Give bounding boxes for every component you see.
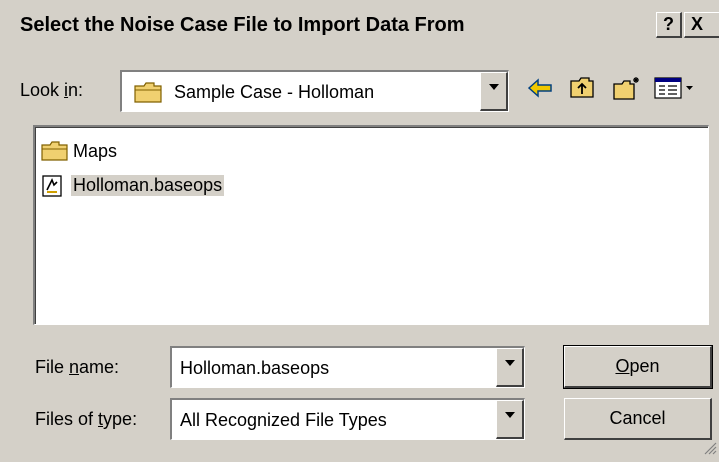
file-type-dropdown-button[interactable] (496, 400, 524, 439)
look-in-label: Look in: (20, 80, 84, 100)
look-in-value: Sample Case - Holloman (174, 82, 375, 102)
up-one-level-icon[interactable] (569, 75, 595, 106)
create-new-folder-icon[interactable] (612, 75, 642, 106)
close-button[interactable]: X (684, 12, 719, 38)
open-button[interactable]: Open (563, 345, 713, 389)
file-type-label: Files of type: (35, 409, 138, 429)
cancel-button[interactable]: Cancel (564, 398, 712, 440)
baseops-file-icon (41, 175, 67, 202)
chevron-down-icon (505, 360, 515, 366)
close-icon: X (691, 14, 704, 34)
resize-grip-icon[interactable] (701, 439, 717, 460)
file-name-dropdown-button[interactable] (496, 348, 524, 387)
look-in-dropdown-button[interactable] (480, 72, 508, 111)
file-type-dropdown[interactable]: All Recognized File Types (170, 398, 525, 440)
chevron-down-icon (489, 84, 499, 90)
dialog-title: Select the Noise Case File to Import Dat… (20, 14, 465, 36)
file-name-value: Holloman.baseops (180, 358, 330, 378)
look-in-dropdown[interactable]: Sample Case - Holloman (120, 70, 509, 112)
list-item-label: Holloman.baseops (71, 175, 225, 196)
help-icon: ? (663, 14, 674, 34)
file-list[interactable]: Maps Holloman.baseops (33, 125, 709, 325)
file-name-label: File name: (35, 357, 120, 377)
help-button[interactable]: ? (656, 12, 682, 38)
folder-icon (134, 82, 164, 109)
list-item-label: Maps (73, 141, 118, 161)
chevron-down-icon (505, 412, 515, 418)
back-arrow-icon[interactable] (527, 75, 553, 106)
title-bar: Select the Noise Case File to Import Dat… (0, 0, 719, 48)
file-type-value: All Recognized File Types (180, 410, 387, 430)
open-file-dialog: Select the Noise Case File to Import Dat… (0, 0, 719, 462)
view-menu-icon[interactable] (653, 75, 697, 106)
folder-icon (41, 141, 69, 166)
file-name-field[interactable]: Holloman.baseops (170, 346, 525, 388)
